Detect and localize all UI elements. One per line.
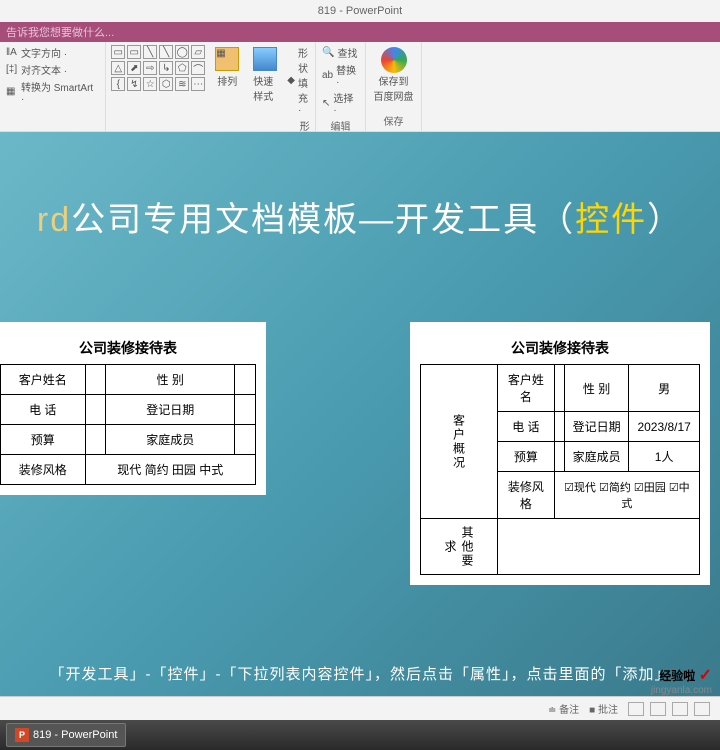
select-button[interactable]: ↖选择 · (322, 90, 359, 116)
align-text-icon: [‡] (6, 64, 18, 76)
shape-arrow2-icon[interactable]: ⇨ (143, 61, 157, 75)
powerpoint-icon: P (15, 728, 29, 742)
side-label-customer: 客户概况 (421, 365, 498, 519)
shape-line-icon[interactable]: ╲ (143, 45, 157, 59)
shape-tri-icon[interactable]: ▱ (191, 45, 205, 59)
status-bar: ≐ 备注 ■ 批注 (0, 696, 720, 720)
slideshow-view-icon[interactable] (694, 702, 710, 716)
table-left-title: 公司装修接待表 (0, 332, 256, 364)
ribbon-save-group: 保存到 百度网盘 保存 (366, 42, 422, 131)
replace-button[interactable]: ab替换 · (322, 62, 359, 88)
shape-brace-icon[interactable]: { (111, 77, 125, 91)
shape-conn-icon[interactable]: ↯ (127, 77, 141, 91)
shapes-gallery[interactable]: ▭ ▭ ╲ ╲ ◯ ▱ △ ⬈ ⇨ ↳ ⬠ ⌒ { ↯ ☆ ⬡ ≋ ⋯ (111, 45, 205, 91)
find-button[interactable]: 🔍查找 (322, 45, 357, 60)
reading-view-icon[interactable] (672, 702, 688, 716)
shape-hex-icon[interactable]: ↳ (159, 61, 173, 75)
table-row: 客户概况 客户姓名 性 别 男 (421, 365, 700, 412)
ribbon-edit-group: 🔍查找 ab替换 · ↖选择 · 编辑 (316, 42, 366, 131)
normal-view-icon[interactable] (628, 702, 644, 716)
shape-line2-icon[interactable]: ╲ (159, 45, 173, 59)
arrange-icon: ▦ (215, 47, 239, 71)
table-row: 其他要求 (421, 519, 700, 575)
shape-arrow-icon[interactable]: ⬈ (127, 61, 141, 75)
shape-cloud-icon[interactable]: ≋ (175, 77, 189, 91)
taskbar-item-powerpoint[interactable]: P 819 - PowerPoint (6, 723, 126, 747)
shape-arc-icon[interactable]: ⌒ (191, 61, 205, 75)
taskbar: P 819 - PowerPoint (0, 720, 720, 750)
ribbon-paragraph-group: ‖A文字方向 · [‡]对齐文本 · ▦转换为 SmartArt · (0, 42, 106, 131)
slide-canvas[interactable]: rd公司专用文档模板—开发工具（控件） 公司装修接待表 客户姓名 性 别 电 话… (0, 132, 720, 696)
shape-more-icon[interactable]: ⋯ (191, 77, 205, 91)
window-title: 819 - PowerPoint (318, 5, 402, 17)
smartart-icon: ▦ (6, 86, 18, 98)
table-right-title: 公司装修接待表 (420, 332, 700, 364)
comments-button[interactable]: ■ 批注 (589, 701, 618, 716)
replace-icon: ab (322, 70, 333, 81)
find-icon: 🔍 (322, 47, 334, 58)
table-row: 装修风格 现代 简约 田园 中式 (1, 455, 256, 485)
shape-oval-icon[interactable]: ◯ (175, 45, 189, 59)
select-icon: ↖ (322, 98, 330, 109)
table-row: 客户姓名 性 别 (1, 365, 256, 395)
table-row: 电 话 登记日期 (1, 395, 256, 425)
quick-styles-button[interactable]: 快速样式 (249, 45, 281, 105)
baidu-save-button[interactable]: 保存到 百度网盘 (368, 45, 420, 105)
tell-me-search[interactable]: 告诉我您想要做什么... (0, 22, 720, 42)
shape-rect2-icon[interactable]: ▭ (127, 45, 141, 59)
slide-footer-text[interactable]: 「开发工具」-「控件」-「下拉列表内容控件」，然后点击「属性」，点击里面的「添加… (0, 663, 720, 684)
window-titlebar: 819 - PowerPoint (0, 0, 720, 22)
quick-styles-icon (253, 47, 277, 71)
edit-group-label: 编辑 (331, 118, 351, 133)
arrange-button[interactable]: ▦ 排列 (211, 45, 243, 90)
save-group-label: 保存 (384, 113, 404, 128)
shape-star2-icon[interactable]: ☆ (143, 77, 157, 91)
align-text-button[interactable]: [‡]对齐文本 · (6, 62, 67, 77)
notes-button[interactable]: ≐ 备注 (548, 701, 579, 716)
table-left-body: 客户姓名 性 别 电 话 登记日期 预算 家庭成员 装修风格 现代 简约 田园 … (0, 364, 256, 485)
table-right-body: 客户概况 客户姓名 性 别 男 电 话 登记日期 2023/8/17 预算 家庭… (420, 364, 700, 575)
watermark: 经验啦 ✓ jingyanla.com (651, 665, 712, 696)
shape-star-icon[interactable]: ⬠ (175, 61, 189, 75)
shape-callout-icon[interactable]: ⬡ (159, 77, 173, 91)
ribbon: ‖A文字方向 · [‡]对齐文本 · ▦转换为 SmartArt · ▭ ▭ ╲… (0, 42, 720, 132)
slide-title[interactable]: rd公司专用文档模板—开发工具（控件） (0, 192, 720, 241)
table-row: 预算 家庭成员 (1, 425, 256, 455)
text-direction-button[interactable]: ‖A文字方向 · (6, 45, 67, 60)
ribbon-drawing-group: ▭ ▭ ╲ ╲ ◯ ▱ △ ⬈ ⇨ ↳ ⬠ ⌒ { ↯ ☆ ⬡ ≋ ⋯ ▦ (106, 42, 316, 131)
table-left[interactable]: 公司装修接待表 客户姓名 性 别 电 话 登记日期 预算 家庭成员 装修风格 现… (0, 322, 266, 495)
shape-rect-icon[interactable]: ▭ (111, 45, 125, 59)
sorter-view-icon[interactable] (650, 702, 666, 716)
side-label-other: 其他要求 (421, 519, 498, 575)
text-direction-icon: ‖A (6, 47, 18, 59)
smartart-button[interactable]: ▦转换为 SmartArt · (6, 79, 99, 105)
table-right[interactable]: 公司装修接待表 客户概况 客户姓名 性 别 男 电 话 登记日期 2023/8/… (410, 322, 710, 585)
shape-fill-button[interactable]: ◆形状填充 · (287, 45, 309, 116)
baidu-icon (381, 47, 407, 73)
shape-fill-icon: ◆ (287, 75, 295, 86)
shape-tri2-icon[interactable]: △ (111, 61, 125, 75)
